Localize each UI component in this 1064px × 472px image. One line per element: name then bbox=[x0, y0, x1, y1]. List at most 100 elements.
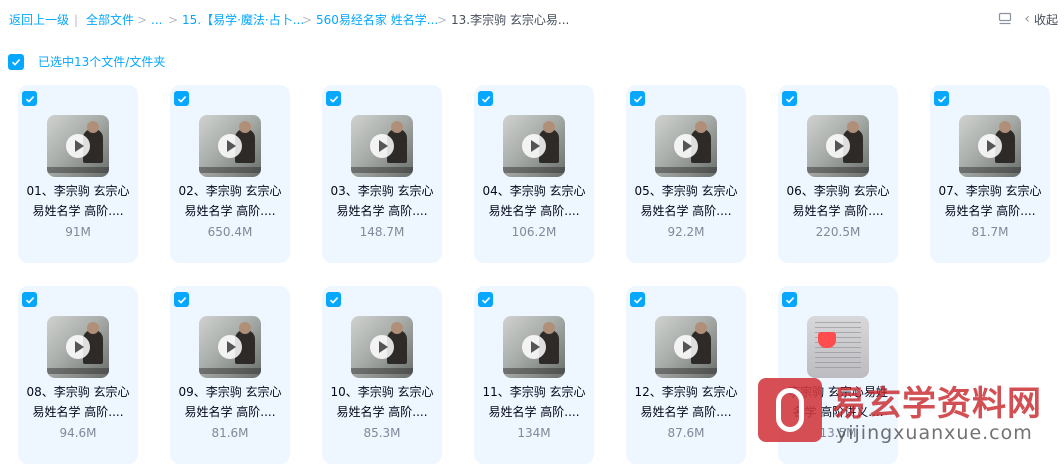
play-icon bbox=[370, 335, 394, 359]
file-name-line-1: 04、李宗驹 玄宗心 bbox=[482, 184, 586, 198]
file-card[interactable]: 01、李宗驹 玄宗心 易姓名学 高阶.... 91M bbox=[18, 85, 138, 263]
file-checkbox[interactable] bbox=[782, 292, 797, 307]
file-name-line-1: 03、李宗驹 玄宗心 bbox=[330, 184, 434, 198]
video-caption-strip bbox=[47, 167, 109, 173]
file-size: 94.6M bbox=[59, 426, 97, 440]
video-caption-strip bbox=[503, 167, 565, 173]
file-name-line-2: 易姓名学 高阶.... bbox=[640, 204, 732, 218]
video-caption-strip bbox=[503, 368, 565, 374]
file-name-line-2: 易姓名学 高阶.... bbox=[488, 405, 580, 419]
file-card[interactable]: 11、李宗驹 玄宗心 易姓名学 高阶.... 134M bbox=[474, 286, 594, 464]
file-card[interactable]: 05、李宗驹 玄宗心 易姓名学 高阶.... 92.2M bbox=[626, 85, 746, 263]
file-size: 220.5M bbox=[815, 225, 861, 239]
presenter-head bbox=[695, 322, 707, 334]
file-size: 92.2M bbox=[667, 225, 705, 239]
breadcrumb-folder-2[interactable]: 560易经名家 姓名学... bbox=[316, 12, 438, 28]
video-caption-strip bbox=[959, 167, 1021, 173]
presenter-head bbox=[391, 322, 403, 334]
presenter-head bbox=[87, 121, 99, 133]
checkmark-icon bbox=[633, 95, 642, 103]
checkmark-icon bbox=[25, 95, 34, 103]
selection-count: 已选中13个文件/文件夹 bbox=[38, 55, 166, 69]
file-card[interactable]: 10、李宗驹 玄宗心 易姓名学 高阶.... 85.3M bbox=[322, 286, 442, 464]
play-icon bbox=[674, 335, 698, 359]
file-name: 05、李宗驹 玄宗心 易姓名学 高阶.... bbox=[630, 181, 742, 221]
list-view-icon[interactable] bbox=[996, 10, 1014, 28]
file-name-line-1: 10、李宗驹 玄宗心 bbox=[330, 385, 434, 399]
file-checkbox[interactable] bbox=[630, 91, 645, 106]
file-card[interactable]: 04、李宗驹 玄宗心 易姓名学 高阶.... 106.2M bbox=[474, 85, 594, 263]
file-size: 134M bbox=[517, 426, 551, 440]
video-caption-strip bbox=[351, 167, 413, 173]
file-name-line-1: 12、李宗驹 玄宗心 bbox=[634, 385, 738, 399]
presenter-head bbox=[999, 121, 1011, 133]
file-checkbox[interactable] bbox=[174, 292, 189, 307]
checkmark-icon bbox=[937, 95, 946, 103]
collapse-button[interactable]: ‹ 收起 bbox=[1024, 11, 1058, 28]
breadcrumb-chevron: > bbox=[437, 13, 448, 27]
checkmark-icon bbox=[25, 296, 34, 304]
video-caption-strip bbox=[351, 368, 413, 374]
file-checkbox[interactable] bbox=[326, 91, 341, 106]
select-all-checkbox[interactable] bbox=[8, 53, 24, 70]
checkmark-icon bbox=[785, 95, 794, 103]
file-size: 106.2M bbox=[511, 225, 557, 239]
presenter-head bbox=[239, 322, 251, 334]
select-all-bar: 已选中13个文件/文件夹 bbox=[8, 53, 165, 70]
file-card[interactable]: 08、李宗驹 玄宗心 易姓名学 高阶.... 94.6M bbox=[18, 286, 138, 464]
play-icon bbox=[218, 134, 242, 158]
video-caption-strip bbox=[199, 167, 261, 173]
file-size: 81.7M bbox=[971, 225, 1009, 239]
breadcrumb-current: 13.李宗驹 玄宗心易... bbox=[451, 13, 570, 27]
watermark-logo bbox=[758, 378, 822, 442]
file-name-line-2: 易姓名学 高阶.... bbox=[184, 204, 276, 218]
breadcrumb-all-files[interactable]: 全部文件 bbox=[86, 12, 134, 28]
file-checkbox[interactable] bbox=[782, 91, 797, 106]
breadcrumb-chevron: > bbox=[168, 13, 179, 27]
presenter-head bbox=[695, 121, 707, 133]
play-icon bbox=[978, 134, 1002, 158]
video-caption-strip bbox=[655, 167, 717, 173]
file-name-line-2: 易姓名学 高阶.... bbox=[640, 405, 732, 419]
file-card[interactable]: 07、李宗驹 玄宗心 易姓名学 高阶.... 81.7M bbox=[930, 85, 1050, 263]
file-size: 87.6M bbox=[667, 426, 705, 440]
video-thumbnail bbox=[503, 115, 565, 177]
file-size: 148.7M bbox=[359, 225, 405, 239]
file-name: 02、李宗驹 玄宗心 易姓名学 高阶.... bbox=[174, 181, 286, 221]
back-link[interactable]: 返回上一级 bbox=[9, 12, 69, 28]
file-name-line-1: 06、李宗驹 玄宗心 bbox=[786, 184, 890, 198]
file-card[interactable]: 12、李宗驹 玄宗心 易姓名学 高阶.... 87.6M bbox=[626, 286, 746, 464]
file-checkbox[interactable] bbox=[22, 91, 37, 106]
checkmark-icon bbox=[177, 95, 186, 103]
file-checkbox[interactable] bbox=[22, 292, 37, 307]
watermark-title: 易玄学资料网 bbox=[832, 384, 1042, 424]
checkmark-icon bbox=[481, 95, 490, 103]
video-thumbnail bbox=[199, 316, 261, 378]
file-name: 10、李宗驹 玄宗心 易姓名学 高阶.... bbox=[326, 382, 438, 422]
file-card[interactable]: 06、李宗驹 玄宗心 易姓名学 高阶.... 220.5M bbox=[778, 85, 898, 263]
file-card[interactable]: 09、李宗驹 玄宗心 易姓名学 高阶.... 81.6M bbox=[170, 286, 290, 464]
file-card[interactable]: 02、李宗驹 玄宗心 易姓名学 高阶.... 650.4M bbox=[170, 85, 290, 263]
presenter-head bbox=[391, 121, 403, 133]
file-checkbox[interactable] bbox=[174, 91, 189, 106]
pdf-icon bbox=[818, 332, 836, 348]
breadcrumb-folder-1[interactable]: 15.【易学·魔法·占卜... bbox=[182, 12, 304, 28]
file-card[interactable]: 03、李宗驹 玄宗心 易姓名学 高阶.... 148.7M bbox=[322, 85, 442, 263]
file-name-line-2: 易姓名学 高阶.... bbox=[32, 405, 124, 419]
video-thumbnail bbox=[351, 115, 413, 177]
file-checkbox[interactable] bbox=[326, 292, 341, 307]
file-checkbox[interactable] bbox=[478, 292, 493, 307]
file-name: 07、李宗驹 玄宗心 易姓名学 高阶.... bbox=[934, 181, 1046, 221]
video-thumbnail bbox=[807, 115, 869, 177]
checkmark-icon bbox=[329, 95, 338, 103]
file-name: 08、李宗驹 玄宗心 易姓名学 高阶.... bbox=[22, 382, 134, 422]
file-thumbnail bbox=[807, 316, 869, 378]
breadcrumb-ellipsis[interactable]: ... bbox=[151, 12, 162, 28]
file-checkbox[interactable] bbox=[934, 91, 949, 106]
file-checkbox[interactable] bbox=[478, 91, 493, 106]
presenter-head bbox=[239, 121, 251, 133]
file-checkbox[interactable] bbox=[630, 292, 645, 307]
file-name-line-1: 11、李宗驹 玄宗心 bbox=[482, 385, 586, 399]
file-name-line-2: 易姓名学 高阶.... bbox=[336, 204, 428, 218]
file-name-line-2: 易姓名学 高阶.... bbox=[32, 204, 124, 218]
